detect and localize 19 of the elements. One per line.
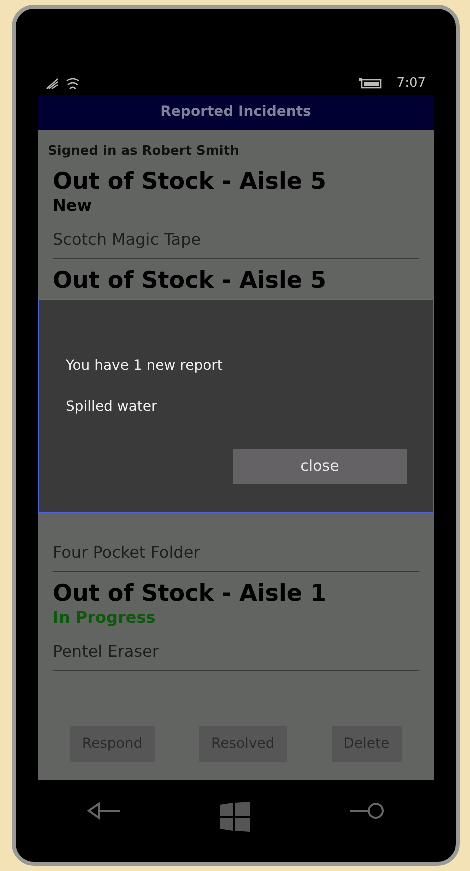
close-button[interactable]: close — [233, 449, 407, 484]
wifi-icon — [66, 78, 80, 90]
incident-title: Out of Stock - Aisle 5 — [53, 267, 328, 295]
status-time: 7:07 — [396, 74, 426, 93]
signal-icon — [46, 78, 60, 90]
header-title: Reported Incidents — [160, 103, 312, 122]
dialog-message: You have 1 new report — [66, 357, 224, 376]
incident-status: New — [53, 196, 94, 216]
windows-icon[interactable] — [220, 802, 250, 832]
incident-title: Out of Stock - Aisle 1 — [53, 580, 328, 608]
incident-item: Four Pocket Folder — [53, 543, 200, 562]
incident-item: Scotch Magic Tape — [53, 230, 202, 249]
back-icon[interactable] — [87, 802, 122, 820]
signed-in-label: Signed in as Robert Smith — [48, 144, 240, 159]
battery-icon — [358, 78, 383, 90]
incident-status: In Progress — [53, 608, 157, 628]
incident-item: Pentel Eraser — [53, 642, 159, 661]
dialog-detail: Spilled water — [66, 398, 158, 417]
incident-title: Out of Stock - Aisle 5 — [53, 168, 328, 196]
